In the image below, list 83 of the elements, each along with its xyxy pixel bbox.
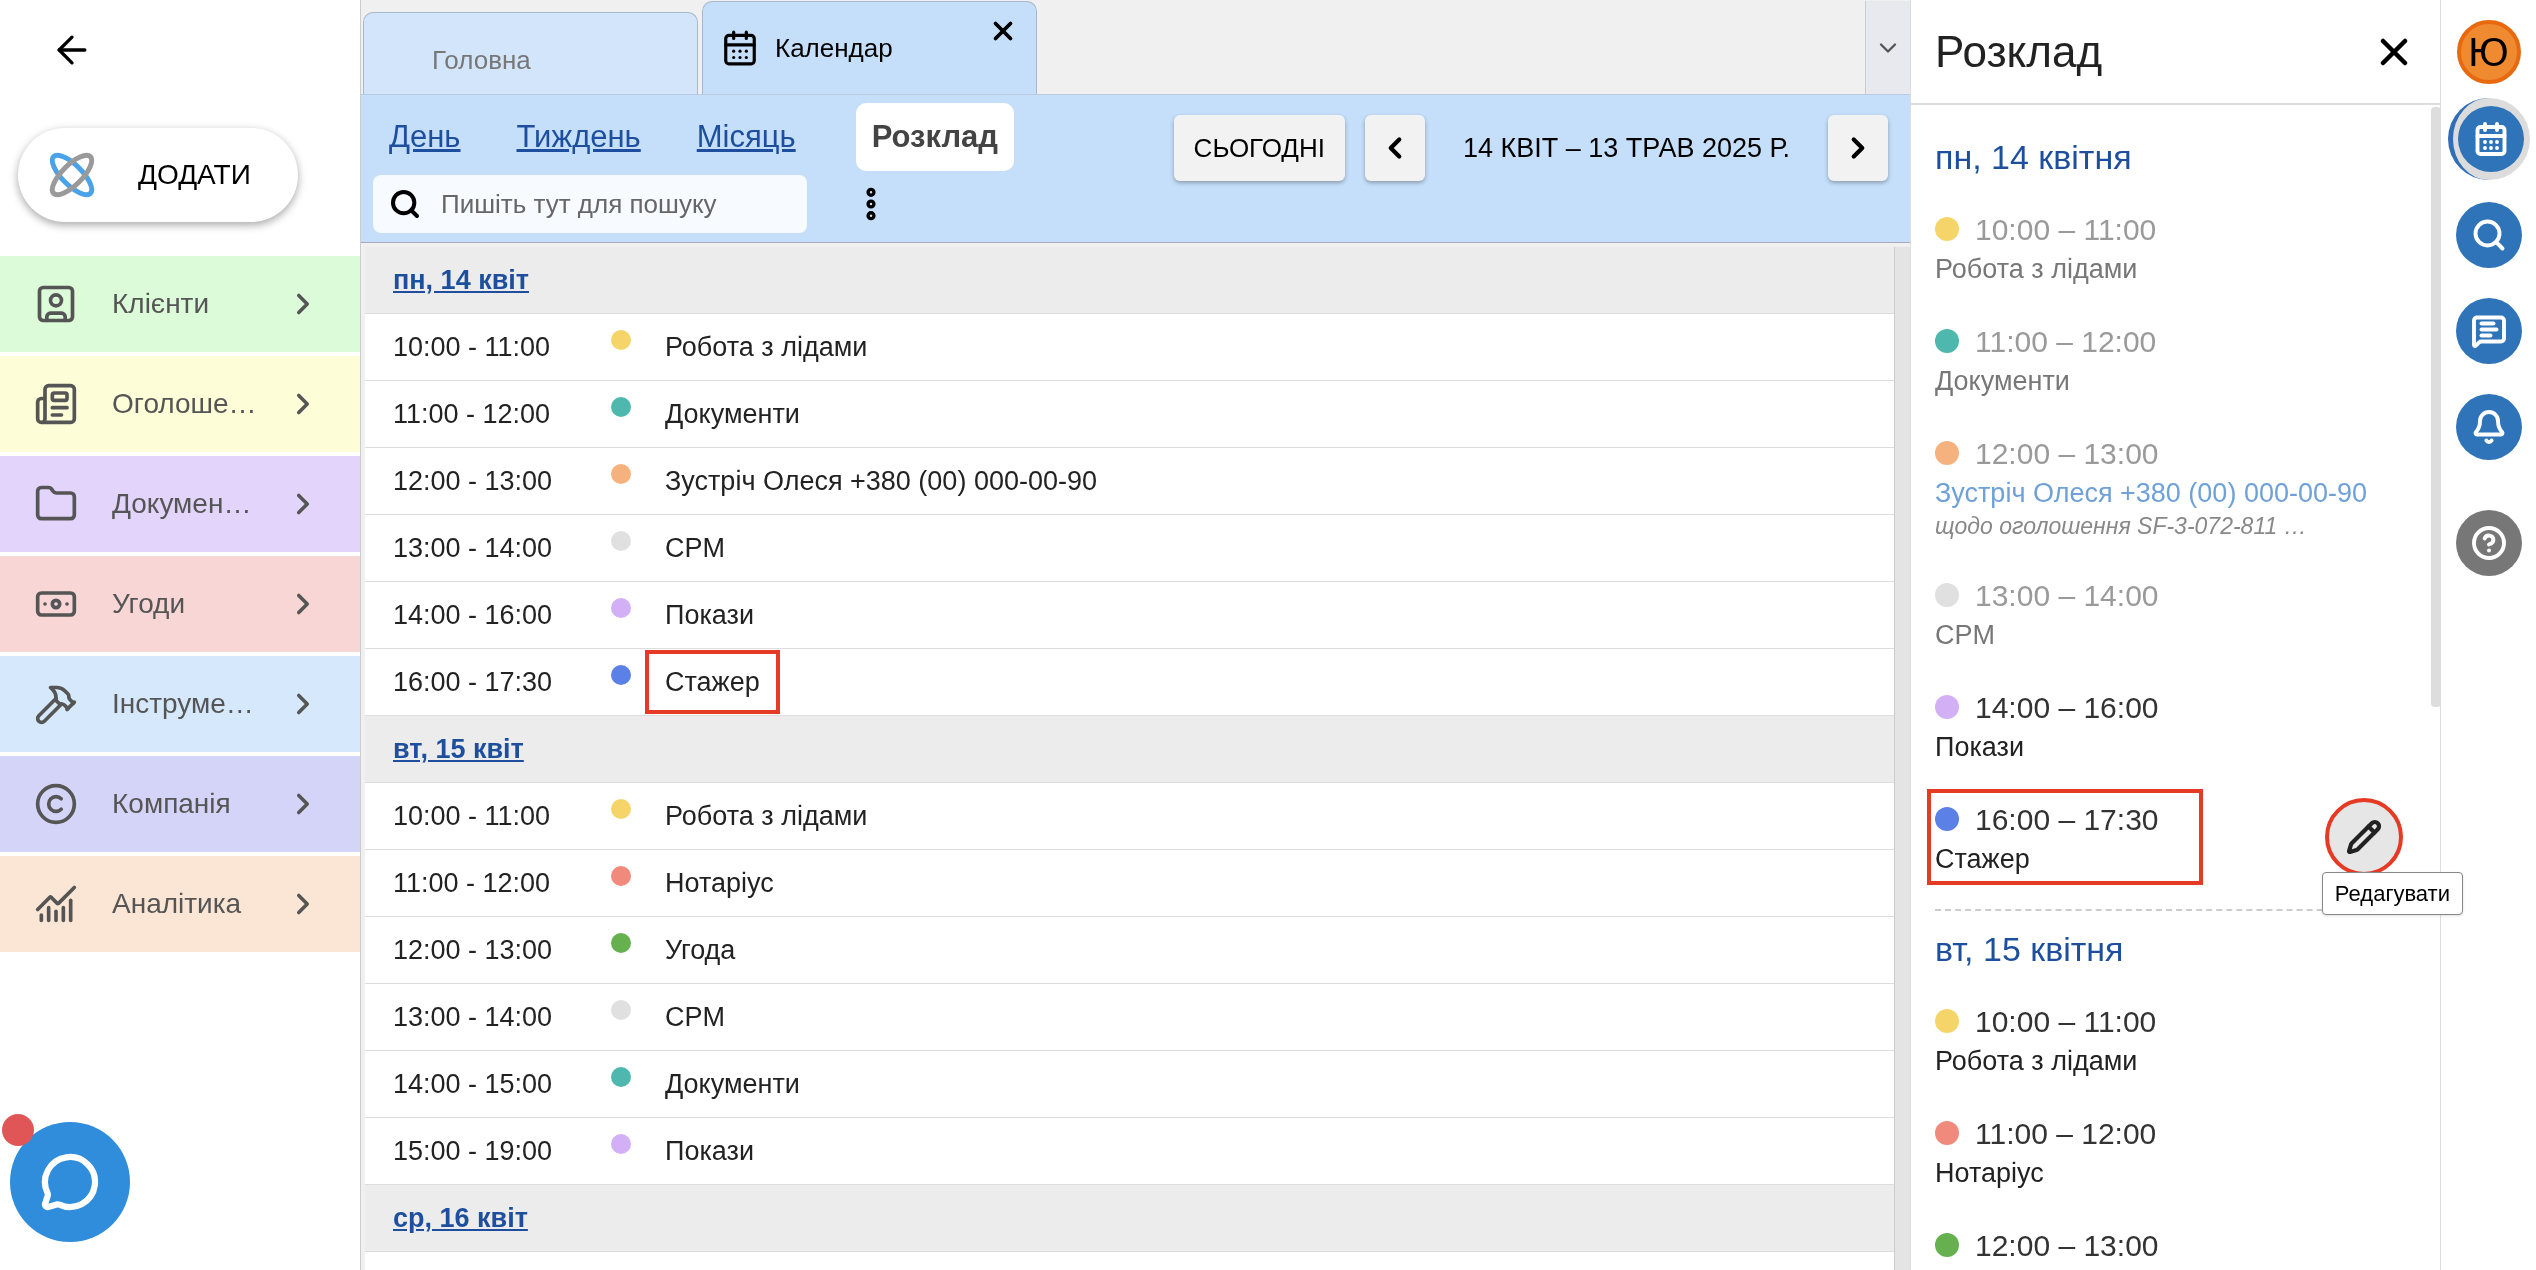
sidebar-label: Клієнти	[112, 287, 211, 321]
view-tab[interactable]: Тиждень	[500, 103, 657, 171]
event-time: 10:00 – 11:00	[1975, 1003, 2157, 1040]
date-range: 14 КВІТ – 13 ТРАВ 2025 Р.	[1462, 131, 1791, 165]
sidebar-label: Інструме…	[112, 687, 255, 721]
search-icon	[389, 188, 421, 220]
event-time: 12:00 - 13:00	[393, 464, 554, 498]
event-title[interactable]: Покази	[1935, 729, 2159, 765]
calendar-icon	[2473, 121, 2509, 157]
event-title[interactable]: Стажер	[645, 649, 780, 715]
sidebar-label: Компанія	[112, 787, 232, 821]
event-time: 16:00 - 17:30	[393, 665, 554, 699]
event-time: 11:00 - 12:00	[393, 397, 552, 431]
sidebar-label: Оголоше…	[112, 387, 258, 421]
day-heading: вт, 15 квітня	[1935, 929, 2125, 970]
tooltip: Редагувати	[2321, 872, 2463, 915]
event-title[interactable]: Зустріч Олеся +380 (00) 000-00-90	[645, 448, 1117, 514]
event-time: 10:00 - 11:00	[393, 330, 552, 364]
sidebar-item[interactable]: Докумен…	[0, 456, 360, 552]
add-button[interactable]: ДОДАТИ	[18, 128, 298, 222]
previous-button[interactable]	[1365, 115, 1425, 181]
day-heading: пн, 14 квітня	[1935, 137, 2133, 178]
event-time: 11:00 - 12:00	[393, 866, 552, 900]
event-title[interactable]: Робота з лідами	[1935, 251, 2157, 287]
help-icon	[2470, 525, 2507, 561]
sidebar-item[interactable]: Інструме…	[0, 656, 360, 752]
event-title[interactable]: Робота з лідами	[645, 783, 888, 849]
event-time: 10:00 - 11:00	[393, 799, 552, 833]
event-title[interactable]: Документи	[645, 1051, 820, 1117]
sidebar-item[interactable]: Угоди	[0, 556, 360, 652]
event-title[interactable]: Нотаріус	[1935, 1155, 2157, 1191]
copyright-icon	[34, 782, 78, 826]
event-title[interactable]: Робота з лідами	[645, 314, 888, 380]
calendar-icon	[721, 29, 759, 67]
event-title[interactable]: Документи	[1935, 363, 2157, 399]
event-time: 15:00 - 19:00	[393, 1134, 554, 1168]
user-avatar[interactable]: Ю	[2456, 20, 2521, 84]
event-time: 12:00 – 13:00	[1975, 435, 2159, 472]
event-time: 16:00 – 17:30	[1975, 801, 2159, 838]
event-time: 13:00 - 14:00	[393, 1000, 554, 1034]
event-time: 14:00 - 15:00	[393, 1067, 554, 1101]
event-time: 14:00 - 16:00	[393, 598, 554, 632]
event-title[interactable]: Стажер	[1935, 841, 2159, 877]
event-title[interactable]: CPM	[1935, 617, 2159, 653]
sidebar-label: Угоди	[112, 587, 187, 621]
tab[interactable]: Календар	[702, 1, 1037, 94]
event-title[interactable]: Робота з лідами	[1935, 1043, 2157, 1079]
chat-bubble-icon	[40, 1152, 100, 1212]
search-field[interactable]: Пишіть тут для пошуку	[373, 175, 807, 233]
event-time: 11:00 – 12:00	[1975, 323, 2157, 360]
view-tab[interactable]: Місяць	[680, 103, 812, 171]
event-time: 14:00 – 16:00	[1975, 689, 2159, 726]
next-button[interactable]	[1828, 115, 1888, 181]
panel-title: Розклад	[1935, 25, 2104, 78]
event-time: 11:00 – 12:00	[1975, 1115, 2157, 1152]
event-subtitle: щодо оголошення SF-3-072-811 …	[1935, 512, 2308, 541]
sidebar-label: Аналітика	[112, 887, 243, 921]
sidebar-item[interactable]: Клієнти	[0, 256, 360, 352]
day-link[interactable]: вт, 15 квіт	[393, 728, 524, 770]
event-time: 13:00 – 14:00	[1975, 577, 2159, 614]
event-title[interactable]: Покази	[645, 1118, 774, 1184]
event-time: 12:00 – 13:00	[1975, 1227, 2159, 1264]
event-title[interactable]: Нотаріус	[645, 850, 794, 916]
today-button[interactable]: СЬОГОДНІ	[1173, 115, 1345, 181]
event-title[interactable]: Покази	[645, 582, 774, 648]
event-title[interactable]: CPM	[645, 515, 745, 581]
sidebar-label: Докумен…	[112, 487, 253, 521]
view-tab[interactable]: Розклад	[855, 103, 1014, 171]
chat-icon	[2470, 313, 2507, 349]
event-time: 12:00 - 13:00	[393, 933, 554, 967]
day-link[interactable]: ср, 16 квіт	[393, 1197, 528, 1239]
event-time: 13:00 - 14:00	[393, 531, 554, 565]
sidebar-item[interactable]: Оголоше…	[0, 356, 360, 452]
event-title[interactable]: Документи	[645, 381, 820, 447]
event-title[interactable]: Угода	[645, 917, 756, 983]
event-time: 10:00 – 11:00	[1975, 211, 2157, 248]
day-link[interactable]: пн, 14 квіт	[393, 259, 529, 301]
event-title[interactable]: CPM	[645, 984, 745, 1050]
sidebar-item[interactable]: Аналітика	[0, 856, 360, 952]
newspaper-icon	[34, 382, 78, 426]
edit-icon	[2346, 819, 2382, 855]
view-tab[interactable]: День	[373, 103, 477, 171]
sidebar-item[interactable]: Компанія	[0, 756, 360, 852]
